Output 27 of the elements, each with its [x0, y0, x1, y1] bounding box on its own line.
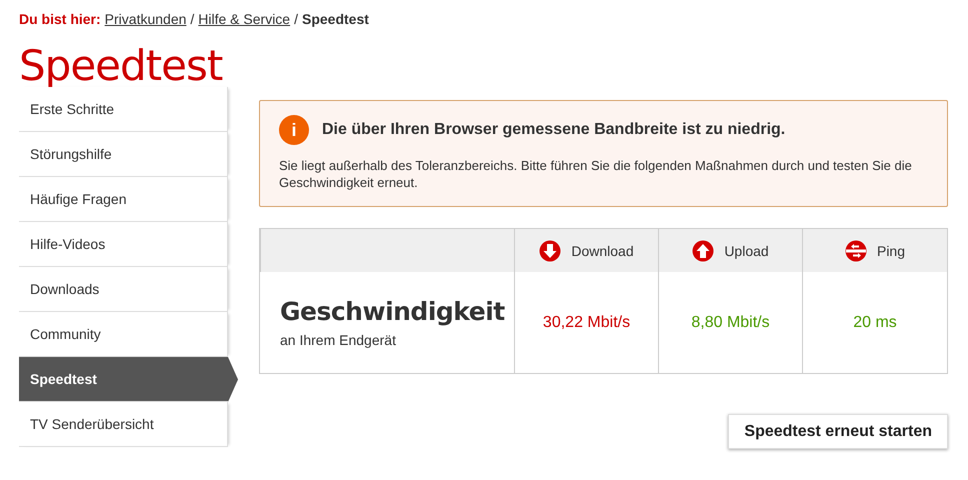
sidebar-item[interactable]: Community	[19, 312, 228, 357]
breadcrumb-link[interactable]: Privatkunden	[104, 11, 186, 27]
metric-value: 8,80 Mbit/s	[691, 314, 770, 332]
ping-arrows-icon	[844, 240, 867, 262]
metric-value: 20 ms	[853, 314, 897, 332]
alert-heading: Die über Ihren Browser gemessene Bandbreite ist zu niedrig.	[322, 121, 786, 139]
breadcrumb-link[interactable]: Hilfe & Service	[198, 11, 290, 27]
alert-text: Sie liegt außerhalb des Toleranzbereichs. Bitte führen Sie die folgenden Maßnahmen durch und testen Sie die Geschwindigkeit erneut.	[279, 157, 913, 191]
results-subheading: an Ihrem Endgerät	[280, 332, 396, 348]
info-icon: i	[279, 115, 309, 145]
restart-button[interactable]: Speedtest erneut starten	[728, 414, 948, 449]
breadcrumb-current: Speedtest	[302, 11, 369, 27]
sidebar-item[interactable]: Störungshilfe	[19, 132, 228, 177]
breadcrumb-separator: /	[294, 11, 298, 27]
sidebar-item[interactable]: Häufige Fragen	[19, 177, 228, 222]
metric-value: 30,22 Mbit/s	[542, 314, 630, 332]
sidebar-item[interactable]: TV Senderübersicht	[19, 402, 228, 447]
column-heading: Download	[571, 242, 634, 258]
sidebar-item[interactable]: Hilfe-Videos	[19, 222, 228, 267]
results-heading: Geschwindigkeit	[280, 297, 505, 326]
sidebar-item[interactable]: Downloads	[19, 267, 228, 312]
column-heading: Ping	[876, 242, 906, 258]
column-heading: Upload	[724, 242, 769, 258]
breadcrumb-separator: /	[190, 11, 194, 27]
sidebar-item[interactable]: Erste Schritte	[19, 87, 228, 132]
breadcrumb-label: Du bist hier:	[19, 11, 101, 27]
sidebar-item[interactable]: Speedtest	[19, 357, 238, 402]
